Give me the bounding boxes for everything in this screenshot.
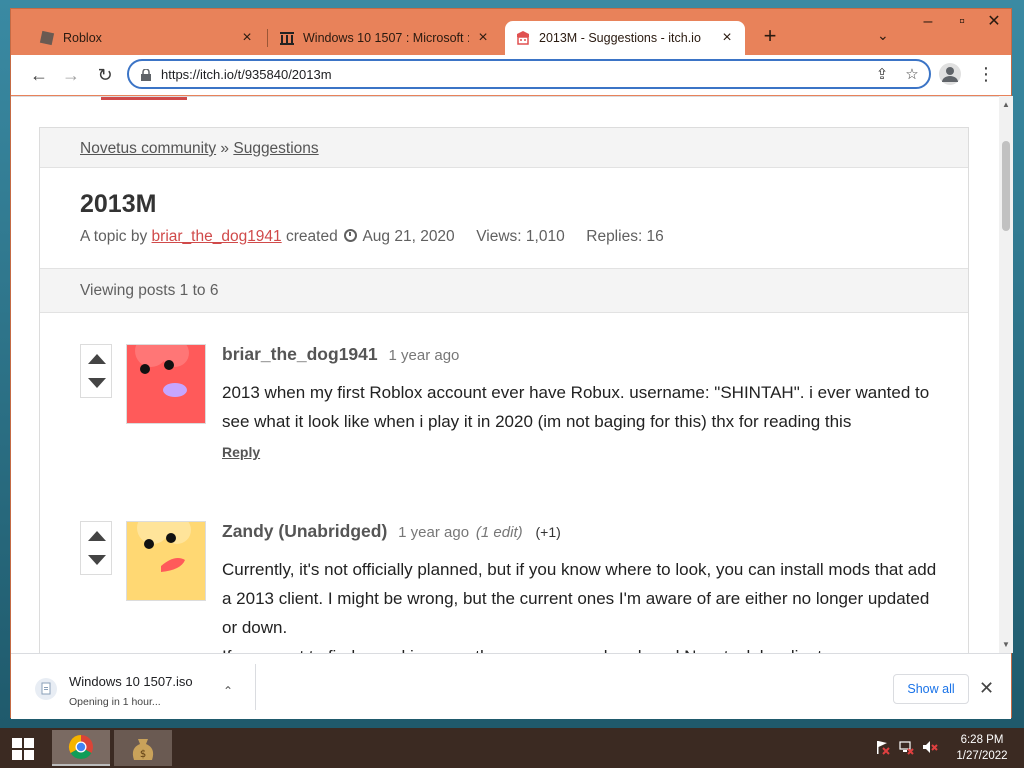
chevron-up-icon[interactable]: ⌃ bbox=[223, 684, 233, 698]
post-paragraph: If you want to find a working one, there… bbox=[222, 642, 942, 653]
tab-title: 2013M - Suggestions - itch.io bbox=[539, 31, 701, 45]
topic-author-link[interactable]: briar_the_dog1941 bbox=[152, 228, 282, 245]
tab-strip: Roblox × Windows 10 1507 : Microsoft : F… bbox=[11, 9, 1011, 55]
scroll-down-arrow-icon[interactable]: ▼ bbox=[1002, 640, 1010, 649]
maximize-icon[interactable]: ▫ bbox=[945, 11, 979, 33]
forum-topic-panel: Novetus community » Suggestions 2013M A … bbox=[39, 127, 969, 653]
topic-created-date: Aug 21, 2020 bbox=[362, 228, 455, 245]
post-paragraph: Currently, it's not officially planned, … bbox=[222, 560, 937, 637]
system-clock[interactable]: 6:28 PM 1/27/2022 bbox=[950, 732, 1014, 764]
topic-by-label: A topic by bbox=[80, 228, 148, 245]
downvote-arrow-icon[interactable] bbox=[87, 554, 107, 568]
breadcrumb: Novetus community » Suggestions bbox=[40, 128, 968, 168]
breadcrumb-separator: » bbox=[220, 140, 230, 157]
new-tab-button[interactable]: + bbox=[759, 25, 781, 47]
clock-icon bbox=[344, 229, 357, 242]
page-viewport: Novetus community » Suggestions 2013M A … bbox=[11, 96, 999, 653]
profile-avatar-icon[interactable] bbox=[939, 63, 961, 85]
browser-toolbar: ← → ↻ https://itch.io/t/935840/2013m ⇪ ☆… bbox=[11, 55, 1011, 95]
roblox-icon bbox=[39, 30, 55, 46]
lock-icon bbox=[141, 68, 151, 81]
browser-menu-icon[interactable]: ⋮ bbox=[977, 63, 995, 85]
breadcrumb-community-link[interactable]: Novetus community bbox=[80, 140, 216, 157]
address-bar[interactable]: https://itch.io/t/935840/2013m ⇪ ☆ bbox=[127, 59, 931, 89]
browser-window: Roblox × Windows 10 1507 : Microsoft : F… bbox=[10, 8, 1013, 719]
breadcrumb-text: Novetus community » Suggestions bbox=[80, 140, 319, 158]
archive-icon bbox=[279, 30, 295, 46]
taskbar: $ 6:28 PM 1/27/2022 bbox=[0, 728, 1024, 768]
tab-roblox[interactable]: Roblox × bbox=[29, 21, 265, 55]
volume-muted-icon[interactable] bbox=[922, 739, 938, 755]
topic-title: 2013M bbox=[80, 190, 157, 218]
share-icon[interactable]: ⇪ bbox=[873, 66, 891, 84]
download-status: Opening in 1 hour... bbox=[69, 696, 161, 708]
forum-post: Zandy (Unabridged) 1 year ago (1 edit) (… bbox=[80, 521, 940, 653]
download-shelf: Windows 10 1507.iso Opening in 1 hour...… bbox=[11, 653, 1011, 719]
close-tab-icon[interactable]: × bbox=[719, 29, 735, 47]
topic-meta: A topic by briar_the_dog1941 created Aug… bbox=[80, 228, 664, 246]
topic-views: Views: 1,010 bbox=[476, 228, 565, 245]
post-author[interactable]: Zandy (Unabridged) bbox=[222, 521, 387, 541]
reply-link[interactable]: Reply bbox=[222, 444, 260, 460]
page-scrollbar[interactable]: ▲ ▼ bbox=[999, 96, 1013, 653]
network-tray-icon[interactable] bbox=[898, 739, 914, 755]
avatar[interactable] bbox=[126, 344, 206, 424]
show-all-button[interactable]: Show all bbox=[893, 674, 969, 704]
topic-created-label: created bbox=[285, 228, 338, 245]
tab-2013m-suggestions[interactable]: 2013M - Suggestions - itch.io × bbox=[505, 21, 745, 55]
upvote-arrow-icon[interactable] bbox=[87, 528, 107, 542]
minimize-icon[interactable]: – bbox=[911, 11, 945, 33]
forward-arrow-icon[interactable]: → bbox=[59, 63, 83, 87]
close-window-icon[interactable]: ✕ bbox=[977, 11, 1011, 33]
forum-post: briar_the_dog1941 1 year ago 2013 when m… bbox=[80, 344, 940, 474]
download-file-icon bbox=[35, 678, 57, 700]
scroll-up-arrow-icon[interactable]: ▲ bbox=[1002, 100, 1010, 109]
post-time: 1 year ago bbox=[398, 524, 470, 541]
clock-date: 1/27/2022 bbox=[956, 750, 1008, 762]
close-tab-icon[interactable]: × bbox=[475, 29, 491, 47]
flag-tray-icon[interactable] bbox=[874, 739, 890, 755]
upvote-arrow-icon[interactable] bbox=[87, 351, 107, 365]
post-score: (+1) bbox=[535, 524, 561, 540]
downvote-arrow-icon[interactable] bbox=[87, 377, 107, 391]
post-author[interactable]: briar_the_dog1941 bbox=[222, 344, 378, 364]
tab-windows-10[interactable]: Windows 10 1507 : Microsoft : Fr × bbox=[269, 21, 501, 55]
post-edit-count[interactable]: (1 edit) bbox=[476, 524, 523, 541]
breadcrumb-suggestions-link[interactable]: Suggestions bbox=[233, 140, 318, 157]
nav-underline bbox=[101, 97, 187, 100]
tab-title: Roblox bbox=[63, 31, 102, 45]
download-filename[interactable]: Windows 10 1507.iso bbox=[69, 674, 193, 689]
chrome-taskbar-icon[interactable] bbox=[52, 730, 110, 766]
topic-replies: Replies: 16 bbox=[586, 228, 664, 245]
close-shelf-icon[interactable]: ✕ bbox=[979, 678, 994, 699]
svg-text:$: $ bbox=[140, 749, 146, 760]
windows-start-icon[interactable] bbox=[12, 738, 34, 760]
tab-search-chevron-icon[interactable]: ⌄ bbox=[877, 27, 889, 44]
divider bbox=[255, 664, 256, 710]
back-arrow-icon[interactable]: ← bbox=[27, 63, 51, 87]
post-time: 1 year ago bbox=[388, 347, 460, 364]
viewing-posts-bar: Viewing posts 1 to 6 bbox=[40, 268, 968, 313]
avatar[interactable] bbox=[126, 521, 206, 601]
url-text: https://itch.io/t/935840/2013m bbox=[161, 67, 332, 82]
clock-time: 6:28 PM bbox=[960, 734, 1004, 746]
vote-box bbox=[80, 521, 112, 575]
post-body: 2013 when my first Roblox account ever h… bbox=[222, 383, 930, 431]
viewing-posts-text: Viewing posts 1 to 6 bbox=[80, 282, 219, 299]
tab-separator bbox=[267, 29, 268, 47]
itch-io-icon bbox=[515, 30, 531, 46]
post-header: Zandy (Unabridged) 1 year ago (1 edit) (… bbox=[222, 521, 561, 542]
bookmark-star-icon[interactable]: ☆ bbox=[903, 66, 921, 84]
reload-icon[interactable]: ↻ bbox=[93, 63, 117, 87]
money-bag-taskbar-icon[interactable]: $ bbox=[114, 730, 172, 766]
post-body: Currently, it's not officially planned, … bbox=[222, 555, 942, 653]
close-tab-icon[interactable]: × bbox=[239, 29, 255, 47]
tab-title: Windows 10 1507 : Microsoft : Fr bbox=[303, 31, 469, 45]
post-header: briar_the_dog1941 1 year ago bbox=[222, 344, 459, 365]
vote-box bbox=[80, 344, 112, 398]
scrollbar-thumb[interactable] bbox=[1002, 141, 1010, 231]
